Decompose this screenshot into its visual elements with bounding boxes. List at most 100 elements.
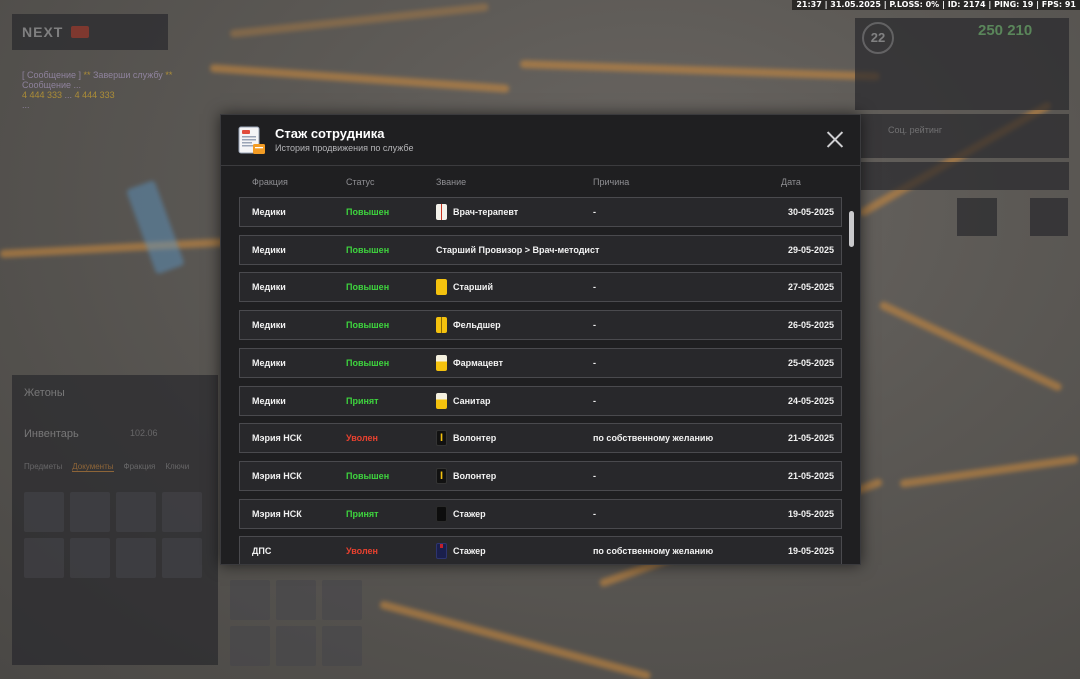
row-rank-cell: Старший: [436, 273, 493, 301]
row-faction: Мэрия НСК: [252, 471, 302, 481]
row-rank-cell: Врач-терапевт: [436, 198, 518, 226]
row-date: 21-05-2025: [787, 471, 834, 481]
inventory-tab-items: Предметы: [24, 462, 63, 471]
row-date: 21-05-2025: [787, 433, 834, 443]
inventory-cell: [230, 626, 270, 666]
row-rank: Санитар: [453, 396, 491, 406]
row-rank: Старший Провизор > Врач-методист: [436, 245, 600, 255]
row-status: Повышен: [346, 245, 390, 255]
row-date: 25-05-2025: [787, 358, 834, 368]
inventory-tab-documents: Документы: [72, 462, 114, 472]
row-date: 26-05-2025: [787, 320, 834, 330]
table-row[interactable]: Медики Принят Санитар - 24-05-2025: [239, 386, 842, 416]
social-rating-panel: [855, 114, 1069, 158]
inventory-cell: [116, 492, 156, 532]
row-date: 29-05-2025: [787, 245, 834, 255]
inventory-label: Инвентарь: [24, 428, 79, 440]
rank-badge-icon: [436, 430, 447, 446]
inventory-weight: 102.06: [130, 428, 158, 438]
row-rank: Фельдшер: [453, 320, 501, 330]
row-faction: Медики: [252, 207, 286, 217]
document-icon: [238, 126, 265, 154]
inventory-cell: [230, 580, 270, 620]
hud-ploss: P.LOSS: 0%: [881, 0, 939, 9]
row-reason: по собственному желанию: [593, 546, 714, 556]
row-reason: -: [593, 358, 596, 368]
inventory-cell: [162, 492, 202, 532]
inventory-cell: [24, 538, 64, 578]
row-rank: Врач-терапевт: [453, 207, 519, 217]
rank-badge-icon: [436, 506, 447, 522]
row-reason: -: [593, 207, 596, 217]
row-rank-cell: Стажер: [436, 537, 486, 564]
row-reason: -: [593, 282, 596, 292]
row-status: Повышен: [346, 320, 390, 330]
hud-fps: FPS: 91: [1033, 0, 1076, 9]
table-row[interactable]: Медики Повышен Старший Провизор > Врач-мет…: [239, 235, 842, 265]
inventory-cell: [276, 580, 316, 620]
row-rank: Старший: [453, 282, 493, 292]
column-header-rank: Звание: [436, 177, 467, 187]
row-rank: Волонтер: [453, 471, 497, 481]
row-rank-cell: Волонтер: [436, 462, 496, 490]
inventory-cell: [322, 580, 362, 620]
modal-header: Стаж сотрудника История продвижения по с…: [221, 115, 860, 166]
row-date: 19-05-2025: [787, 546, 834, 556]
tokens-label: Жетоны: [24, 387, 65, 399]
row-faction: Медики: [252, 358, 286, 368]
table-row[interactable]: Мэрия НСК Уволен Волонтер по собственному ж…: [239, 423, 842, 453]
row-reason: -: [593, 509, 596, 519]
row-rank-cell: Волонтер: [436, 424, 496, 452]
close-icon[interactable]: [827, 131, 844, 148]
row-date: 19-05-2025: [787, 509, 834, 519]
inventory-cell: [116, 538, 156, 578]
hud-ping: PING: 19: [986, 0, 1034, 9]
player-money: 250 210: [978, 22, 1033, 39]
row-faction: Медики: [252, 320, 286, 330]
hud-shortcut-1: [957, 198, 997, 236]
table-row[interactable]: Мэрия НСК Повышен Волонтер - 21-05-2025: [239, 461, 842, 491]
row-faction: ДПС: [252, 546, 272, 556]
row-status: Повышен: [346, 471, 390, 481]
row-reason: -: [593, 320, 596, 330]
hud-id: ID: 2174: [939, 0, 985, 9]
logo-accent-icon: [71, 26, 90, 38]
row-faction: Медики: [252, 396, 286, 406]
hud-time: 21:37: [796, 0, 822, 9]
scrollbar-thumb[interactable]: [849, 211, 854, 247]
row-faction: Мэрия НСК: [252, 509, 302, 519]
row-status: Повышен: [346, 207, 390, 217]
inventory-cell: [322, 626, 362, 666]
row-reason: -: [593, 471, 596, 481]
inventory-tab-keys: Ключи: [165, 462, 190, 471]
table-row[interactable]: Медики Повышен Фельдшер - 26-05-2025: [239, 310, 842, 340]
row-faction: Мэрия НСК: [252, 433, 302, 443]
column-header-date: Дата: [781, 177, 801, 187]
row-faction: Медики: [252, 282, 286, 292]
inventory-cell: [162, 538, 202, 578]
inventory-tab-faction: Фракция: [123, 462, 156, 471]
modal-title: Стаж сотрудника: [275, 126, 385, 141]
table-row[interactable]: ДПС Уволен Стажер по собственному желанию 19…: [239, 536, 842, 564]
scrollbar-track[interactable]: [850, 203, 855, 553]
table-row[interactable]: Медики Повышен Фармацевт - 25-05-2025: [239, 348, 842, 378]
rank-badge-icon: [436, 393, 447, 409]
social-rating-label: Соц. рейтинг: [888, 125, 943, 135]
row-status: Принят: [346, 509, 379, 519]
table-row[interactable]: Мэрия НСК Принят Стажер - 19-05-2025: [239, 499, 842, 529]
hud-shortcut-2: [1030, 198, 1068, 236]
table-row[interactable]: Медики Повышен Врач-терапевт - 30-05-2025: [239, 197, 842, 227]
rank-badge-icon: [436, 279, 447, 295]
column-header-reason: Причина: [593, 177, 630, 187]
row-rank-cell: Санитар: [436, 387, 491, 415]
table-row[interactable]: Медики Повышен Старший - 27-05-2025: [239, 272, 842, 302]
player-level-badge: 22: [862, 22, 894, 54]
column-header-faction: Фракция: [252, 177, 288, 187]
row-status: Уволен: [346, 546, 378, 556]
server-logo-panel: NEXT: [12, 14, 168, 50]
row-rank-cell: Фельдшер: [436, 311, 501, 339]
row-status: Повышен: [346, 358, 390, 368]
row-rank: Стажер: [453, 546, 486, 556]
modal-subtitle: История продвижения по службе: [275, 143, 414, 153]
row-rank-cell: Стажер: [436, 500, 486, 528]
